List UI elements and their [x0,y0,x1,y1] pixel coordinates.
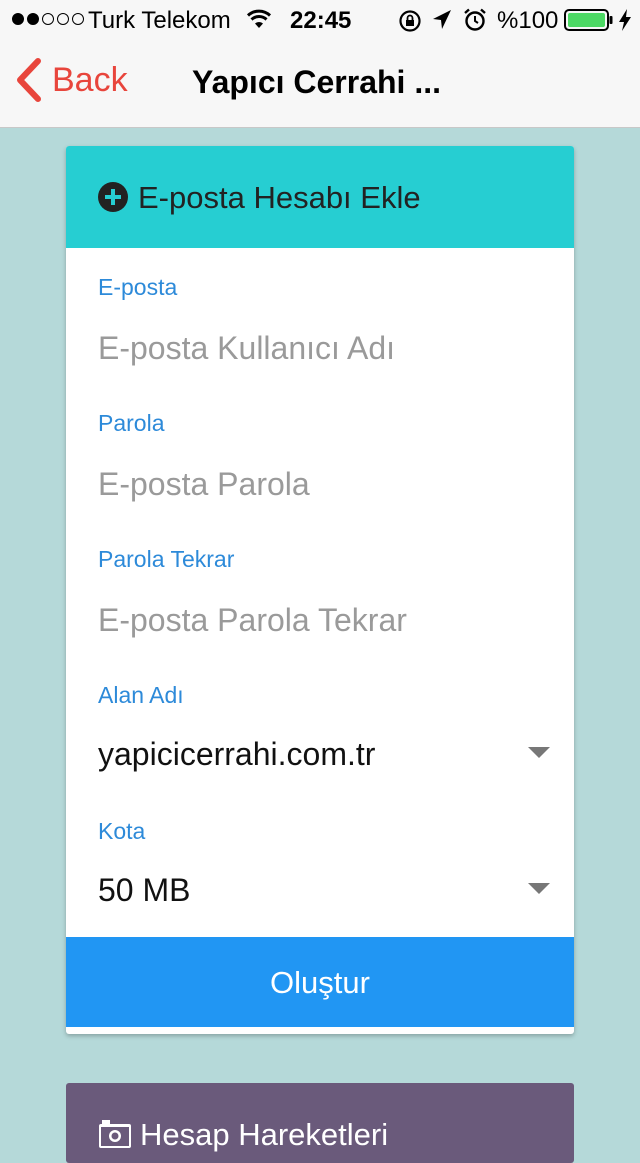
signal-strength-icon [12,13,84,25]
card-title: E-posta Hesabı Ekle [138,180,421,215]
signal-dot [72,13,84,25]
domain-label: Alan Adı [98,682,184,708]
battery-percent: %100 [497,7,559,34]
quota-label: Kota [98,818,146,844]
account-activity-card[interactable]: Hesap Hareketleri [66,1083,574,1163]
email-label: E-posta [98,274,178,300]
status-bar: Turk Telekom 22:45 %100 [0,0,640,40]
navigation-bar: Back Yapıcı Cerrahi ... [0,40,640,128]
account-activity-title: Hesap Hareketleri [140,1117,389,1152]
chevron-left-icon [17,58,41,102]
location-arrow-icon [432,9,452,38]
signal-dot [57,13,69,25]
rotation-lock-icon [398,9,422,40]
card-header: E-posta Hesabı Ekle [66,146,574,248]
password-label: Parola [98,410,165,436]
email-input[interactable] [98,326,538,370]
camera-icon [98,1119,132,1154]
create-button[interactable]: Oluştur [66,937,574,1027]
add-email-account-card: E-posta Hesabı Ekle E-posta Parola Parol… [66,146,574,1034]
quota-value: 50 MB [98,872,191,908]
wifi-icon [246,8,272,37]
signal-dot [42,13,54,25]
battery-icon [564,9,614,38]
domain-select[interactable]: yapicicerrahi.com.tr [66,724,574,784]
password-repeat-input[interactable] [98,598,538,642]
plus-circle-icon [98,182,128,217]
status-time: 22:45 [290,7,352,34]
back-label: Back [52,60,128,99]
signal-dot [12,13,24,25]
page-title: Yapıcı Cerrahi ... [192,64,441,100]
back-button[interactable]: Back [14,58,128,102]
dropdown-arrow-icon [528,746,550,764]
quota-select[interactable]: 50 MB [66,860,574,920]
signal-dot [27,13,39,25]
password-input[interactable] [98,462,538,506]
domain-value: yapicicerrahi.com.tr [98,736,376,772]
dropdown-arrow-icon [528,882,550,900]
carrier-name: Turk Telekom [88,7,231,34]
alarm-icon [464,8,486,39]
password-repeat-label: Parola Tekrar [98,546,235,572]
charging-bolt-icon [618,8,632,39]
